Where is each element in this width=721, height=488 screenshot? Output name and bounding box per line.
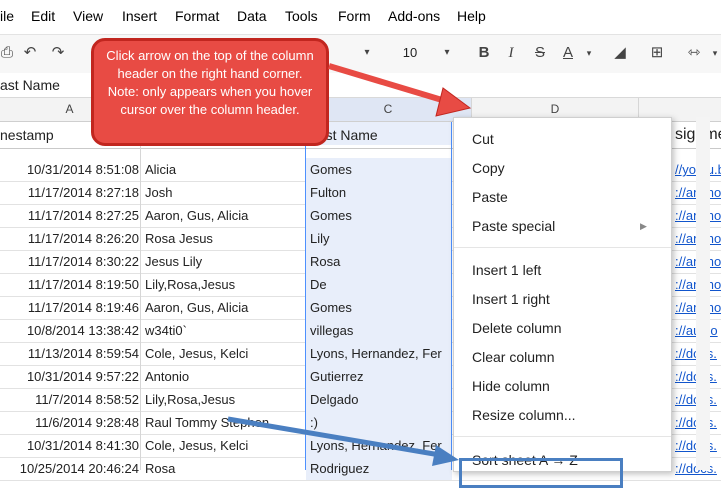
annotation-arrows — [227, 63, 472, 466]
red-arrow-icon — [328, 63, 453, 106]
blue-arrow-icon — [227, 416, 441, 458]
red-arrow-head-icon — [435, 87, 472, 117]
blue-arrow-head-icon — [432, 445, 459, 466]
